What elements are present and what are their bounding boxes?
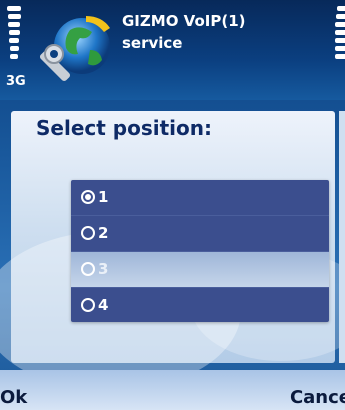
app-title-line2: service <box>122 34 183 52</box>
position-options-list: 1 2 3 4 <box>71 180 329 322</box>
option-label: 1 <box>98 188 109 206</box>
list-item[interactable]: 4 <box>71 287 329 323</box>
app-title: GIZMO VoIP(1) service <box>122 10 246 54</box>
dialog-heading: Select position: <box>36 116 212 140</box>
battery-icon <box>335 6 345 70</box>
list-item-focused[interactable]: 3 <box>71 251 329 287</box>
scroll-strip <box>339 111 345 363</box>
list-item[interactable]: 1 <box>71 180 329 215</box>
radio-unchecked-icon <box>81 261 95 276</box>
globe-wrench-icon <box>39 10 114 84</box>
radio-unchecked-icon <box>81 297 95 312</box>
network-type-label: 3G <box>6 74 26 89</box>
option-label: 2 <box>98 224 109 242</box>
radio-unchecked-icon <box>81 225 95 240</box>
option-label: 4 <box>98 296 109 314</box>
ok-softkey[interactable]: Ok <box>0 387 27 408</box>
app-title-line1: GIZMO VoIP(1) <box>122 12 246 30</box>
signal-strength-icon <box>6 6 22 70</box>
status-bar: 3G GIZMO VoIP(1) service <box>0 0 345 100</box>
cancel-softkey[interactable]: Cance <box>290 387 345 408</box>
radio-checked-icon <box>81 189 95 204</box>
option-label: 3 <box>98 260 109 278</box>
list-item[interactable]: 2 <box>71 215 329 251</box>
